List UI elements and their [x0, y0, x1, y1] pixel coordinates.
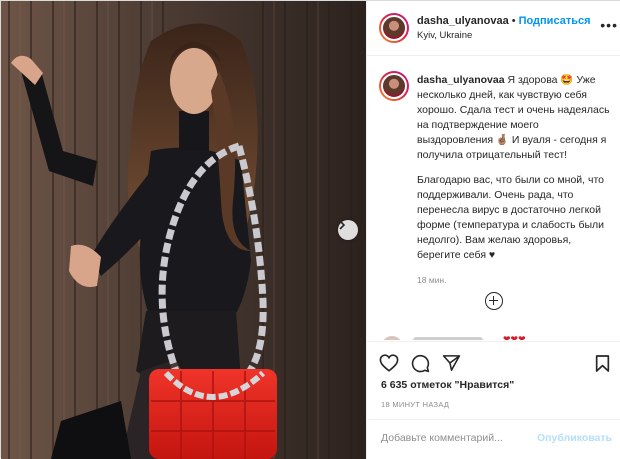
follow-button[interactable]: Подписаться	[519, 15, 591, 27]
load-more-comments-button[interactable]	[485, 292, 503, 310]
caption-username[interactable]: dasha_ulyanovaa	[417, 74, 505, 86]
partial-comment: ❤❤❤	[381, 334, 611, 340]
author-avatar[interactable]	[379, 13, 409, 43]
author-username[interactable]: dasha_ulyanovaa	[417, 15, 509, 27]
action-bar	[367, 341, 620, 381]
caption-time: 18 мин.	[417, 275, 447, 285]
post-sidebar: dasha_ulyanovaa • Подписаться Kyiv, Ukrain…	[366, 1, 620, 459]
post-header: dasha_ulyanovaa • Подписаться Kyiv, Ukrain…	[367, 1, 620, 56]
caption-paragraph-2: Благодарю вас, что были со мной, что под…	[417, 174, 605, 261]
photo-illustration	[1, 1, 366, 459]
header-user-line: dasha_ulyanovaa • Подписаться	[417, 15, 591, 27]
likes-count[interactable]: 6 635 отметок "Нравится"	[381, 379, 514, 391]
next-photo-button[interactable]	[338, 220, 358, 240]
add-comment-form: Опубликовать	[367, 419, 620, 459]
post-location[interactable]: Kyiv, Ukraine	[417, 30, 472, 41]
publish-button[interactable]: Опубликовать	[537, 432, 612, 444]
bookmark-icon[interactable]	[595, 354, 610, 373]
caption-avatar[interactable]	[379, 71, 409, 101]
more-options-icon[interactable]: •••	[600, 17, 618, 33]
chevron-right-icon	[339, 220, 346, 230]
comments-section: dasha_ulyanovaa Я здорова 🤩 Уже нескольк…	[367, 57, 620, 340]
caption-paragraph-1: dasha_ulyanovaa Я здорова 🤩 Уже нескольк…	[417, 73, 615, 163]
comment-hearts: ❤❤❤	[503, 334, 526, 340]
post-timestamp[interactable]: 18 МИНУТ НАЗАД	[381, 400, 449, 409]
comment-text-placeholder	[413, 337, 483, 340]
instagram-post: dasha_ulyanovaa • Подписаться Kyiv, Ukrain…	[0, 0, 620, 459]
post-photo[interactable]	[1, 1, 366, 459]
comment-icon[interactable]	[411, 354, 430, 373]
share-icon[interactable]	[442, 354, 461, 372]
heart-icon[interactable]	[379, 354, 399, 372]
commenter-avatar[interactable]	[381, 336, 403, 340]
header-separator: •	[511, 15, 516, 27]
caption-text-1: Я здорова 🤩 Уже несколько дней, как чувс…	[417, 74, 610, 161]
caption: dasha_ulyanovaa Я здорова 🤩 Уже нескольк…	[417, 73, 615, 288]
comment-input[interactable]	[381, 432, 541, 444]
